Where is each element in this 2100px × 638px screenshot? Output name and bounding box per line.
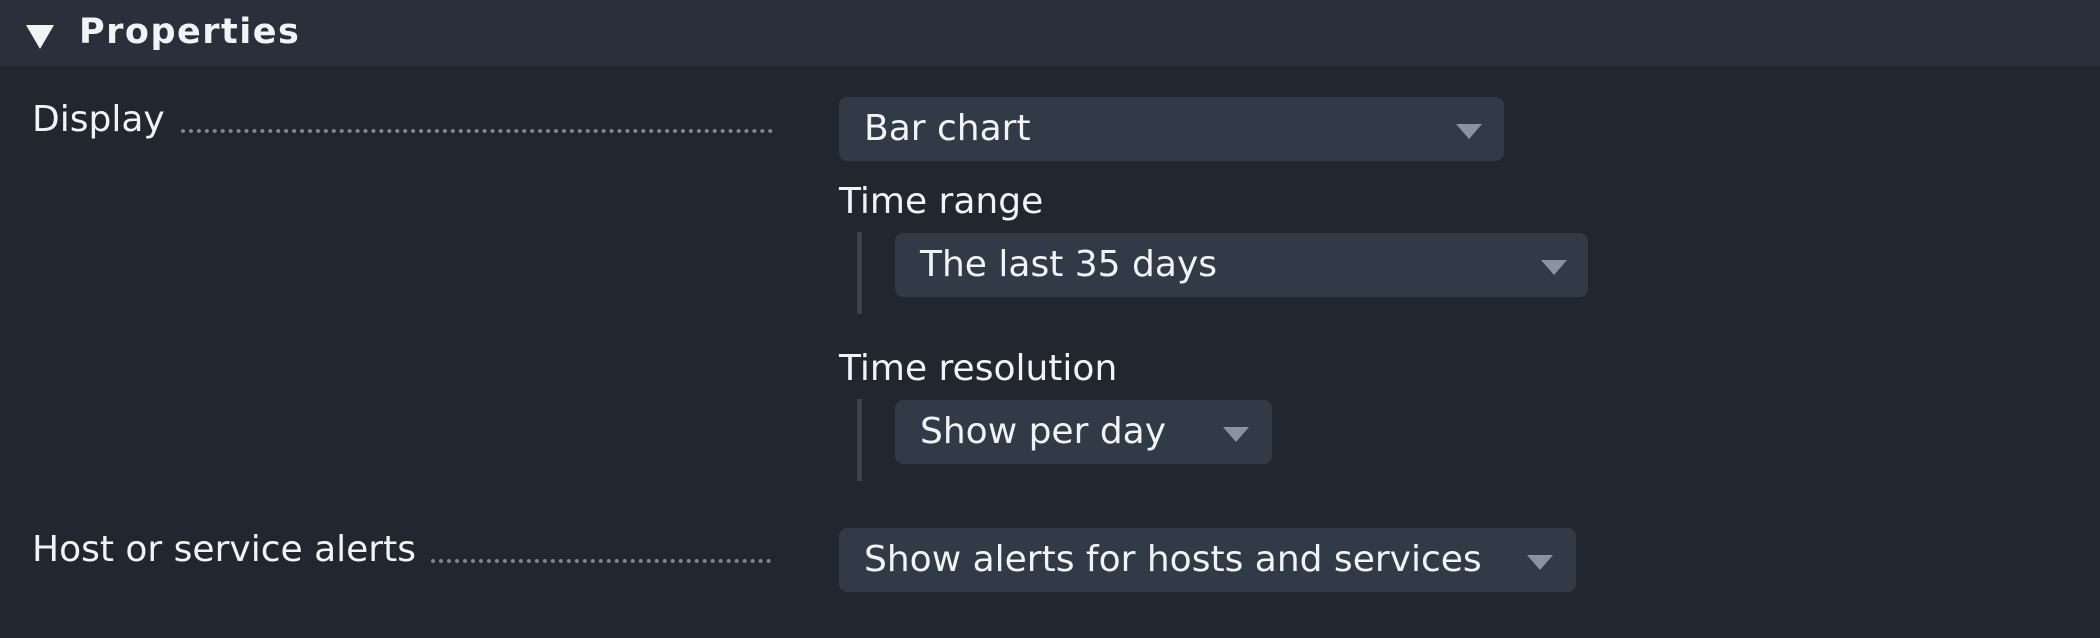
time-range-label: Time range (839, 181, 1044, 222)
chevron-down-icon (1527, 555, 1553, 570)
display-select[interactable]: Bar chart (839, 97, 1504, 161)
chevron-down-icon (1456, 124, 1482, 139)
alerts-select[interactable]: Show alerts for hosts and services (839, 528, 1576, 592)
time-range-select[interactable]: The last 35 days (895, 233, 1588, 297)
alerts-label: Host or service alerts (32, 529, 416, 570)
display-label: Display (32, 99, 165, 140)
time-resolution-label: Time resolution (839, 348, 1118, 389)
time-range-select-value: The last 35 days (920, 244, 1217, 285)
alerts-select-value: Show alerts for hosts and services (864, 539, 1482, 580)
time-resolution-select[interactable]: Show per day (895, 400, 1272, 464)
chevron-down-icon (1541, 260, 1567, 275)
display-select-value: Bar chart (864, 108, 1031, 149)
time-resolution-indent (857, 399, 862, 481)
time-range-indent (857, 232, 862, 314)
time-resolution-select-value: Show per day (920, 411, 1167, 452)
section-title: Properties (79, 12, 301, 52)
display-dots (181, 129, 773, 133)
triangle-down-icon[interactable] (26, 25, 54, 49)
alerts-dots (431, 559, 771, 563)
chevron-down-icon (1223, 427, 1249, 442)
section-header[interactable]: Properties (0, 0, 2100, 66)
